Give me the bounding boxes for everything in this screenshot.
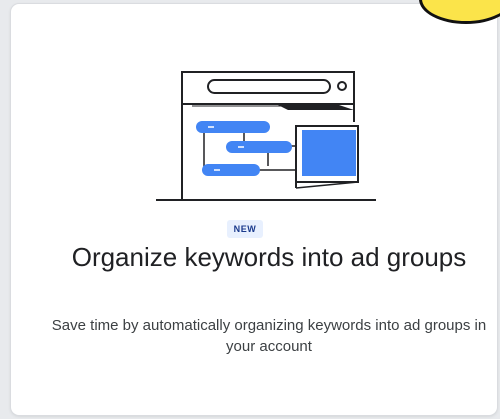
keyword-organizer-illustration-icon xyxy=(156,66,380,206)
card-title: Organize keywords into ad groups xyxy=(71,242,467,272)
new-badge: NEW xyxy=(227,220,263,238)
card-description: Save time by automatically organizing ke… xyxy=(51,317,487,355)
corner-badge xyxy=(419,0,500,24)
stage: NEW Organize keywords into ad groups Sav… xyxy=(0,0,500,419)
feature-card[interactable]: NEW Organize keywords into ad groups Sav… xyxy=(11,0,500,415)
